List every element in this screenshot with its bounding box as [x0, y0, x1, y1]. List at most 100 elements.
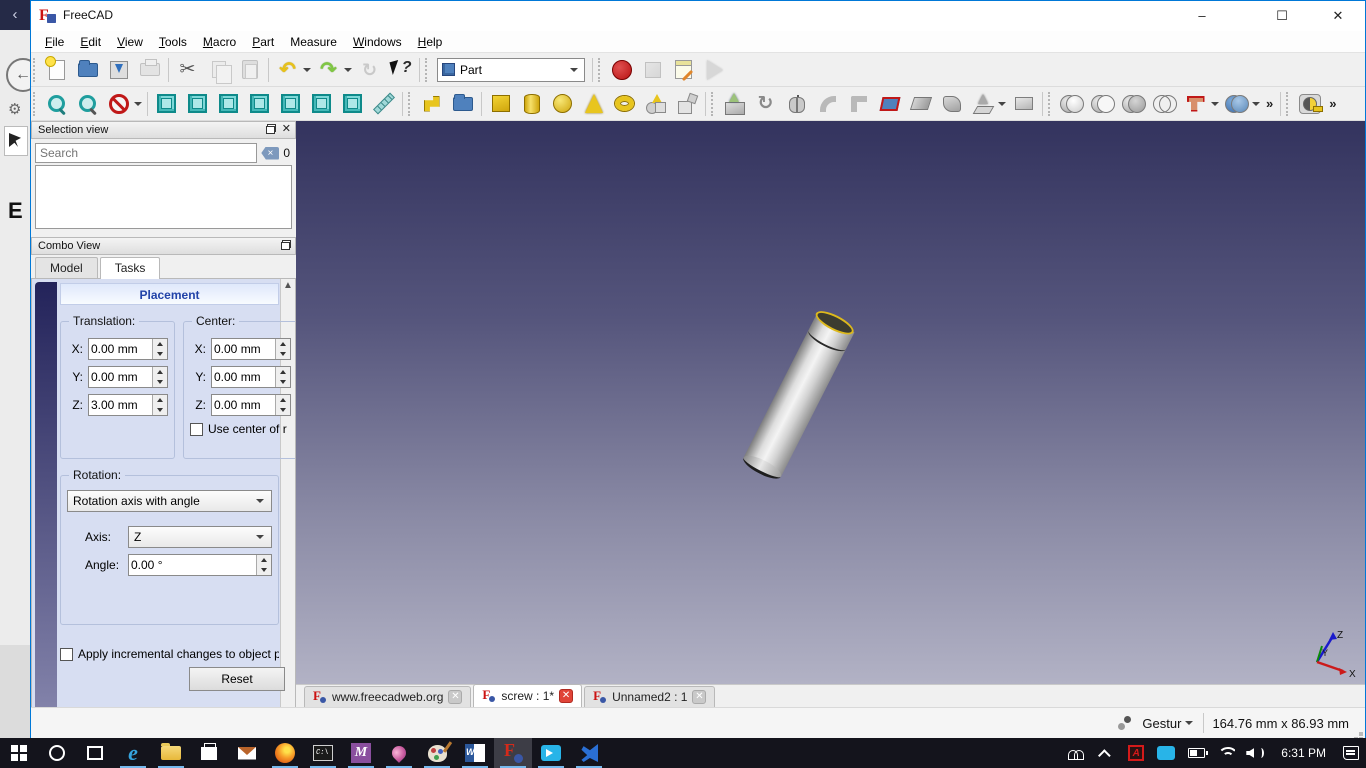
close-tab-icon[interactable]: ✕ — [559, 689, 574, 703]
toolbar-overflow-button[interactable]: » — [1262, 96, 1277, 111]
taskbar-firefox[interactable] — [266, 738, 304, 768]
menu-file[interactable]: File — [37, 33, 72, 51]
reset-button[interactable]: Reset — [189, 667, 285, 691]
macro-edit-button[interactable] — [669, 55, 698, 84]
part-export-button[interactable] — [448, 89, 477, 118]
draw-style-button[interactable] — [104, 89, 133, 118]
search-input[interactable] — [35, 143, 258, 163]
taskbar-edge[interactable]: e — [114, 738, 152, 768]
tab-screw[interactable]: F screw : 1* ✕ — [473, 684, 583, 707]
boolean-operation-button[interactable] — [1222, 89, 1251, 118]
workbench-selector[interactable]: Part — [437, 57, 585, 82]
revolve-button[interactable]: ↻ — [751, 89, 780, 118]
menu-view[interactable]: View — [109, 33, 151, 51]
primitive-torus-button[interactable] — [610, 89, 639, 118]
use-center-checkbox[interactable] — [190, 422, 203, 436]
gear-icon[interactable]: ⚙ — [8, 100, 21, 118]
view-left-button[interactable] — [338, 89, 367, 118]
taskbar-word[interactable] — [456, 738, 494, 768]
center-y-spinbox[interactable]: 0.00 mm — [211, 366, 291, 388]
new-document-button[interactable] — [42, 55, 71, 84]
taskbar-mail[interactable] — [228, 738, 266, 768]
extrude-button[interactable] — [720, 89, 749, 118]
macro-run-button[interactable] — [700, 55, 729, 84]
undo-button[interactable]: ↶ — [273, 55, 302, 84]
menu-windows[interactable]: Windows — [345, 33, 410, 51]
toolbar-handle[interactable] — [33, 91, 39, 116]
save-button[interactable] — [104, 55, 133, 84]
toolbar-handle[interactable] — [408, 91, 414, 116]
cylinder-model[interactable] — [740, 306, 857, 483]
close-button[interactable]: ✕ — [1315, 1, 1361, 31]
center-z-spinbox[interactable]: 0.00 mm — [211, 394, 291, 416]
redo-button[interactable]: ↷ — [314, 55, 343, 84]
mirror-button[interactable] — [782, 89, 811, 118]
close-tab-icon[interactable]: ✕ — [692, 690, 707, 704]
primitive-cone-button[interactable] — [579, 89, 608, 118]
taskbar-store[interactable] — [190, 738, 228, 768]
tab-tasks[interactable]: Tasks — [99, 257, 161, 279]
translation-z-spinbox[interactable]: 3.00 mm — [88, 394, 168, 416]
connect-button[interactable] — [1181, 89, 1210, 118]
back-chevron-icon[interactable]: ‹ — [0, 0, 30, 30]
view-top-button[interactable] — [214, 89, 243, 118]
sweep-dropdown[interactable] — [998, 101, 1006, 106]
action-center-button[interactable] — [1336, 738, 1366, 768]
scroll-up-icon[interactable]: ▲ — [283, 281, 293, 291]
taskbar-freecad[interactable]: F — [494, 738, 532, 768]
shape-builder-button[interactable] — [672, 89, 701, 118]
axis-select[interactable]: Z — [128, 526, 272, 548]
selection-view-header[interactable]: Selection view ✕ — [31, 121, 296, 139]
cortana-button[interactable] — [38, 738, 76, 768]
view-rear-button[interactable] — [276, 89, 305, 118]
translation-y-spinbox[interactable]: 0.00 mm — [88, 366, 168, 388]
translation-x-spinbox[interactable]: 0.00 mm — [88, 338, 168, 360]
angle-spinbox[interactable]: 0.00 ° — [128, 554, 272, 576]
close-panel-icon[interactable]: ✕ — [282, 124, 291, 135]
toolbar-overflow-button-2[interactable]: » — [1325, 96, 1340, 111]
battery-indicator[interactable] — [1181, 738, 1211, 768]
menu-measure[interactable]: Measure — [282, 33, 345, 51]
selection-list[interactable] — [35, 165, 292, 229]
primitive-box-button[interactable] — [486, 89, 515, 118]
3d-viewport[interactable]: Z Y X — [296, 121, 1365, 684]
boolean-section-button[interactable] — [1150, 89, 1179, 118]
measure-tape-button[interactable] — [1295, 89, 1324, 118]
boolean-cut-button[interactable] — [1088, 89, 1117, 118]
tool-thumbnail[interactable] — [4, 126, 28, 156]
taskbar-file-explorer[interactable] — [152, 738, 190, 768]
measure-distance-button[interactable] — [369, 89, 398, 118]
tab-model[interactable]: Model — [35, 257, 98, 278]
clear-search-icon[interactable]: × — [261, 146, 280, 160]
maximize-button[interactable]: ☐ — [1259, 1, 1305, 31]
menu-part[interactable]: Part — [244, 33, 282, 51]
undo-dropdown[interactable] — [303, 67, 311, 72]
toolbar-handle[interactable] — [1048, 91, 1054, 116]
taskbar-vscode[interactable] — [570, 738, 608, 768]
view-bottom-button[interactable] — [307, 89, 336, 118]
close-tab-icon[interactable]: ✕ — [448, 690, 463, 704]
view-right-button[interactable] — [245, 89, 274, 118]
float-panel-icon[interactable] — [265, 124, 276, 134]
show-hidden-icons-button[interactable] — [1091, 738, 1121, 768]
start-button[interactable] — [0, 738, 38, 768]
copy-button[interactable] — [204, 55, 233, 84]
title-bar[interactable]: F FreeCAD – ☐ ✕ — [31, 1, 1365, 31]
open-document-button[interactable] — [73, 55, 102, 84]
tray-camera-app[interactable] — [1151, 738, 1181, 768]
rotation-mode-select[interactable]: Rotation axis with angle — [67, 490, 272, 512]
taskbar-command-prompt[interactable]: C:\ — [304, 738, 342, 768]
fillet-button[interactable] — [813, 89, 842, 118]
tab-unnamed2[interactable]: F Unnamed2 : 1 ✕ — [584, 686, 716, 707]
fit-all-button[interactable] — [42, 89, 71, 118]
primitive-cylinder-button[interactable] — [517, 89, 546, 118]
float-panel-icon[interactable] — [281, 240, 291, 250]
cylinder-bottom-face[interactable] — [740, 451, 785, 483]
loft-button[interactable] — [937, 89, 966, 118]
toolbar-handle[interactable] — [711, 91, 717, 116]
thickness-button[interactable] — [1009, 89, 1038, 118]
print-button[interactable] — [135, 55, 164, 84]
sweep-button[interactable] — [968, 89, 997, 118]
wifi-indicator[interactable] — [1211, 738, 1241, 768]
toolbar-handle[interactable] — [1286, 91, 1292, 116]
